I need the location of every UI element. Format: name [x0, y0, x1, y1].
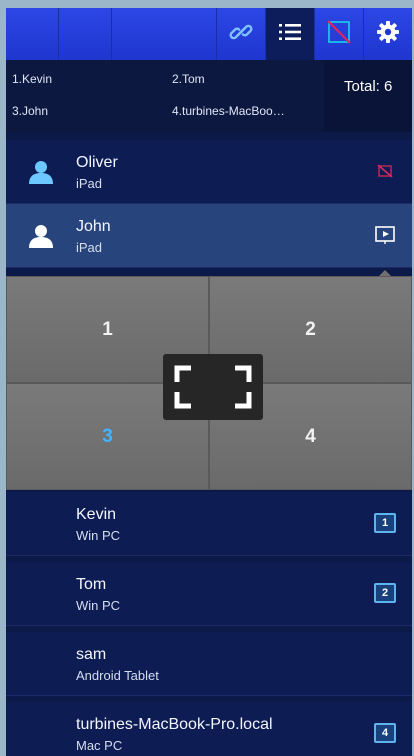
user-name: John — [76, 218, 111, 235]
monitor-slot-icon[interactable]: 4 — [374, 723, 396, 743]
participant-list: 1.Kevin 2.Tom 3.John 4.turbines-MacBoo… — [6, 60, 324, 132]
user-device: Win PC — [76, 598, 121, 613]
participant-label: 1.Kevin — [12, 72, 53, 86]
screen-layout-grid: 1 2 3 4 — [6, 276, 412, 490]
user-name: turbines-MacBook-Pro.local — [76, 716, 273, 733]
toolbar-empty-slot — [59, 8, 112, 60]
fullscreen-icon — [163, 365, 263, 424]
total-count: Total: 6 — [344, 78, 393, 95]
user-row[interactable]: Kevin Win PC 1 — [6, 492, 412, 556]
monitor-slot-icon[interactable]: 1 — [374, 513, 396, 533]
present-screen-icon[interactable] — [374, 225, 396, 245]
toolbar-empty-slot — [6, 8, 59, 60]
participant-label: 2.Tom — [172, 72, 205, 86]
user-device: iPad — [76, 176, 103, 191]
user-name: Tom — [76, 576, 107, 593]
app-window: 1.Kevin 2.Tom 3.John 4.turbines-MacBoo… … — [6, 8, 412, 756]
list-icon — [278, 21, 302, 48]
link-button[interactable] — [215, 8, 265, 60]
user-avatar-icon — [28, 224, 54, 253]
monitor-slot-icon[interactable]: 2 — [374, 583, 396, 603]
user-device: Win PC — [76, 528, 121, 543]
user-row-selected[interactable]: John iPad — [6, 204, 412, 268]
link-icon — [229, 20, 253, 49]
user-row[interactable]: sam Android Tablet — [6, 632, 412, 696]
user-device: Android Tablet — [76, 668, 159, 683]
gear-icon — [376, 20, 400, 49]
monitor-slot-number: 4 — [374, 723, 396, 743]
user-row[interactable]: turbines-MacBook-Pro.local Mac PC 4 — [6, 702, 412, 756]
monitor-slot-number: 1 — [374, 513, 396, 533]
screen-off-icon — [326, 19, 352, 50]
user-name: Oliver — [76, 154, 118, 171]
list-view-button[interactable] — [264, 8, 314, 60]
user-name: Kevin — [76, 506, 117, 523]
user-device: iPad — [76, 240, 103, 255]
top-toolbar — [6, 8, 412, 60]
presentation-off-icon[interactable] — [374, 161, 396, 181]
participant-summary: 1.Kevin 2.Tom 3.John 4.turbines-MacBoo… … — [6, 60, 412, 132]
participant-label: 3.John — [12, 104, 49, 118]
participant-label: 4.turbines-MacBoo… — [172, 104, 285, 118]
user-avatar-icon — [28, 160, 54, 189]
settings-button[interactable] — [362, 8, 412, 60]
user-name: sam — [76, 646, 107, 663]
user-device: Mac PC — [76, 738, 123, 753]
user-row[interactable]: Tom Win PC 2 — [6, 562, 412, 626]
screen-off-button[interactable] — [313, 8, 363, 60]
user-row[interactable]: Oliver iPad — [6, 140, 412, 204]
fullscreen-button[interactable] — [163, 354, 263, 420]
monitor-slot-number: 2 — [374, 583, 396, 603]
